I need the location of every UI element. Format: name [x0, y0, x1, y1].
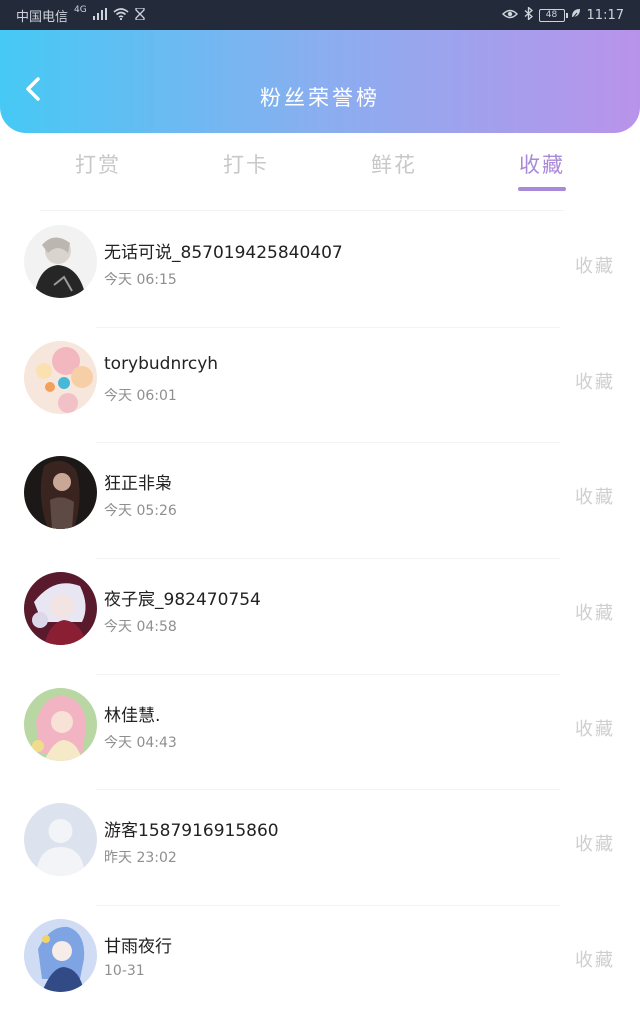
- user-name: 无话可说_857019425840407: [104, 243, 343, 263]
- wifi-icon: [113, 7, 129, 23]
- avatar[interactable]: [24, 572, 97, 646]
- list-item[interactable]: 甘雨夜行 10-31 收藏: [0, 906, 640, 1022]
- timestamp: 今天 04:43: [104, 734, 177, 751]
- avatar[interactable]: [24, 456, 97, 530]
- tab-reward[interactable]: 打赏: [38, 149, 158, 179]
- tab-flowers[interactable]: 鲜花: [334, 149, 454, 179]
- list-item[interactable]: 游客1587916915860 昨天 23:02 收藏: [0, 790, 640, 907]
- battery-icon: 48: [538, 8, 568, 22]
- carrier-label: 中国电信: [16, 9, 69, 25]
- avatar[interactable]: [24, 340, 97, 414]
- list-item[interactable]: 无话可说_857019425840407 今天 06:15 收藏: [0, 212, 640, 328]
- favorite-action[interactable]: 收藏: [575, 483, 615, 509]
- avatar[interactable]: [24, 225, 97, 298]
- avatar[interactable]: [24, 687, 97, 761]
- timestamp: 今天 04:58: [104, 619, 177, 636]
- default-avatar[interactable]: [24, 803, 97, 877]
- favorite-action[interactable]: 收藏: [575, 252, 615, 278]
- user-name: 游客1587916915860: [104, 821, 279, 842]
- tab-bar: 打赏 打卡 鲜花 收藏: [0, 133, 640, 193]
- list-item[interactable]: 林佳慧. 今天 04:43 收藏: [0, 675, 640, 791]
- tab-checkin[interactable]: 打卡: [186, 149, 306, 179]
- clock-label: 11:17: [586, 7, 624, 23]
- leaf-icon: [571, 8, 581, 23]
- hourglass-icon: [135, 6, 145, 23]
- user-name: 甘雨夜行: [104, 937, 172, 958]
- status-bar-left: 中国电信 4G: [16, 5, 145, 25]
- timestamp: 今天 05:26: [104, 503, 177, 520]
- avatar[interactable]: [24, 919, 97, 993]
- network-type-label: 4G: [74, 5, 87, 15]
- user-name: torybudnrcyh: [104, 353, 219, 374]
- timestamp: 10-31: [104, 963, 145, 980]
- timestamp: 昨天 23:02: [104, 850, 177, 867]
- status-bar-right: 48 11:17: [501, 6, 624, 23]
- list-item[interactable]: 夜子宸_982470754 今天 04:58 收藏: [0, 559, 640, 675]
- page-header: 粉丝荣誉榜: [0, 30, 640, 133]
- user-name: 林佳慧.: [104, 705, 161, 726]
- fan-list: 无话可说_857019425840407 今天 06:15 收藏 torybud…: [0, 212, 640, 1022]
- status-bar: 中国电信 4G 48 11:17: [0, 0, 640, 30]
- favorite-action[interactable]: 收藏: [575, 599, 615, 625]
- list-item[interactable]: 狂正非枭 今天 05:26 收藏: [0, 443, 640, 560]
- bluetooth-icon: [524, 6, 533, 23]
- signal-icon: [92, 7, 107, 23]
- user-name: 夜子宸_982470754: [104, 590, 261, 611]
- divider: [40, 210, 564, 211]
- favorite-action[interactable]: 收藏: [575, 715, 615, 741]
- favorite-action[interactable]: 收藏: [575, 830, 615, 856]
- timestamp: 今天 06:15: [104, 272, 177, 288]
- favorite-action[interactable]: 收藏: [575, 946, 615, 972]
- timestamp: 今天 06:01: [104, 387, 177, 404]
- active-tab-indicator: [518, 187, 566, 191]
- list-item[interactable]: torybudnrcyh 今天 06:01 收藏: [0, 328, 640, 444]
- tab-favorites[interactable]: 收藏: [482, 149, 602, 179]
- eye-icon: [501, 8, 518, 23]
- favorite-action[interactable]: 收藏: [575, 368, 615, 394]
- page-title: 粉丝荣誉榜: [260, 86, 380, 110]
- user-name: 狂正非枭: [104, 474, 172, 495]
